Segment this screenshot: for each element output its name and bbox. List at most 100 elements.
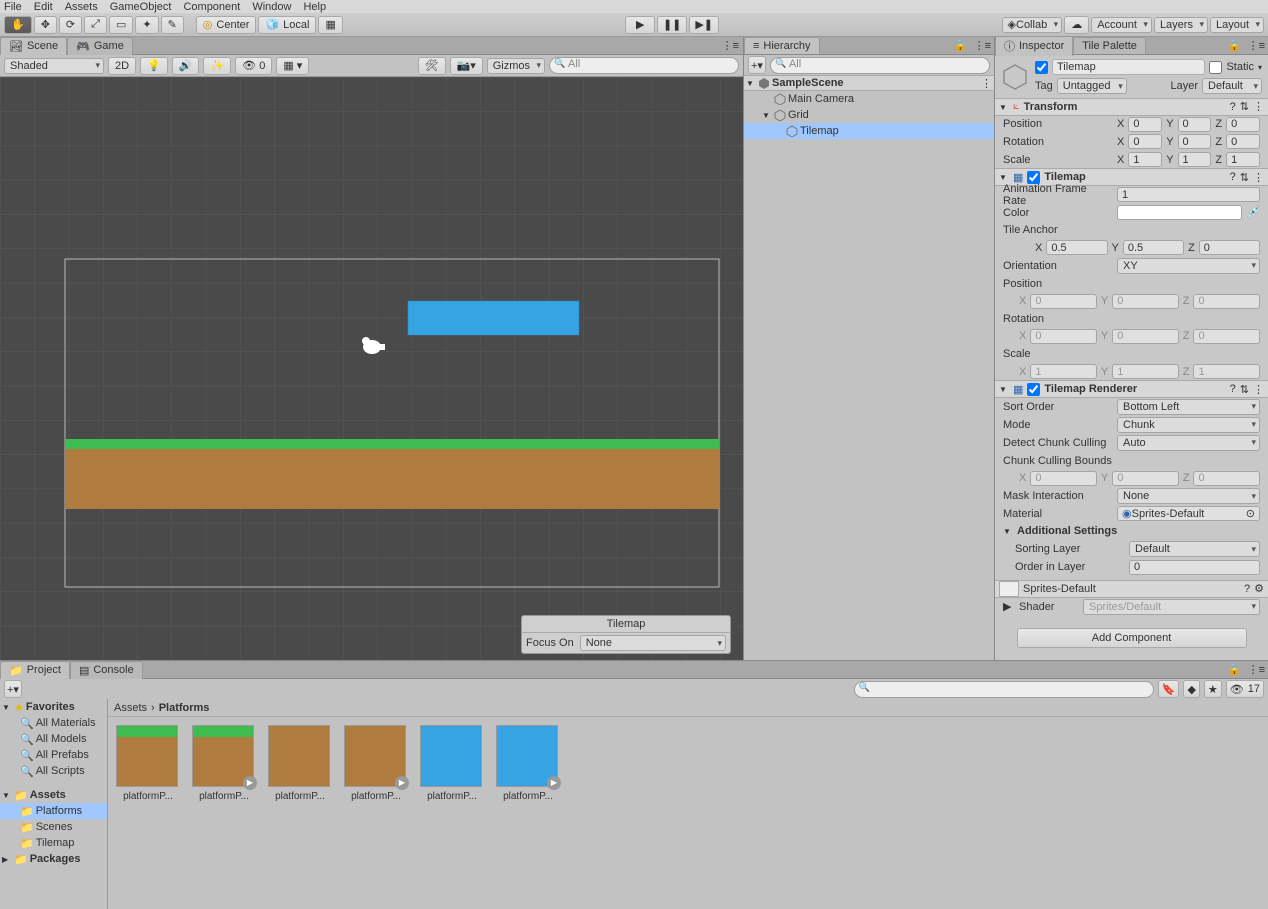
asset-item[interactable]: platformP...: [420, 725, 484, 802]
asset-item[interactable]: ▶platformP...: [496, 725, 560, 802]
rect-tool[interactable]: ▭: [109, 16, 133, 34]
preset-icon[interactable]: ⇅: [1240, 171, 1249, 184]
panel-lock-icon[interactable]: 🔒: [1225, 663, 1245, 676]
hand-tool[interactable]: ✋: [4, 16, 32, 34]
mask-dropdown[interactable]: None: [1117, 488, 1260, 504]
custom-tool[interactable]: ✎: [161, 16, 184, 34]
packages-header[interactable]: 📁Packages: [0, 851, 107, 867]
gizmos-dropdown[interactable]: Gizmos: [487, 58, 545, 74]
fav-materials[interactable]: 🔍 All Materials: [0, 715, 107, 731]
menu-help[interactable]: Help: [303, 1, 326, 13]
scale-tool[interactable]: ⤢: [84, 16, 107, 34]
play-button[interactable]: ▶: [625, 16, 655, 34]
move-tool[interactable]: ✥: [34, 16, 57, 34]
tab-game[interactable]: 🎮 Game: [67, 37, 133, 55]
anchor-y[interactable]: 0.5: [1123, 240, 1184, 255]
crumb-assets[interactable]: Assets: [114, 702, 147, 714]
grid-snap[interactable]: ▦: [318, 16, 342, 34]
transform-tool[interactable]: ✦: [135, 16, 158, 34]
orient-dropdown[interactable]: XY: [1117, 258, 1260, 274]
layers-dropdown[interactable]: Layers: [1154, 17, 1208, 33]
folder-scenes[interactable]: 📁 Scenes: [0, 819, 107, 835]
panel-menu-icon[interactable]: ⋮≡: [971, 39, 994, 52]
layer-dropdown[interactable]: Default: [1202, 78, 1262, 94]
detect-dropdown[interactable]: Auto: [1117, 435, 1260, 451]
help-icon[interactable]: ?: [1230, 171, 1236, 183]
panel-lock-icon[interactable]: 🔒: [951, 39, 971, 52]
rot-z[interactable]: 0: [1226, 134, 1260, 149]
grid-toggle[interactable]: ▦ ▾: [276, 57, 309, 75]
scene-search[interactable]: All: [549, 57, 739, 74]
pos-x[interactable]: 0: [1128, 117, 1162, 132]
asset-item[interactable]: ▶platformP...: [344, 725, 408, 802]
asset-item[interactable]: ▶platformP...: [192, 725, 256, 802]
rotate-tool[interactable]: ⟳: [59, 16, 82, 34]
orderlayer-field[interactable]: 0: [1129, 560, 1260, 575]
static-checkbox[interactable]: [1209, 61, 1222, 74]
eyedropper-icon[interactable]: 💉: [1246, 206, 1260, 219]
account-dropdown[interactable]: Account: [1091, 17, 1152, 33]
favorite-icon[interactable]: ★: [1204, 680, 1222, 698]
fav-scripts[interactable]: 🔍 All Scripts: [0, 763, 107, 779]
preset-icon[interactable]: ⇅: [1240, 100, 1249, 113]
panel-lock-icon[interactable]: 🔒: [1225, 39, 1245, 52]
renderer-enabled[interactable]: [1027, 383, 1040, 396]
pos-z[interactable]: 0: [1226, 117, 1260, 132]
active-checkbox[interactable]: [1035, 61, 1048, 74]
light-toggle[interactable]: 💡: [140, 57, 168, 75]
project-search[interactable]: [854, 681, 1154, 698]
scl-y[interactable]: 1: [1178, 152, 1212, 167]
step-button[interactable]: ▶❚: [689, 16, 719, 34]
create-dropdown[interactable]: +▾: [748, 56, 766, 74]
menu-edit[interactable]: Edit: [34, 1, 53, 13]
color-field[interactable]: [1117, 205, 1242, 220]
object-name-field[interactable]: [1052, 59, 1205, 75]
help-icon[interactable]: ?: [1230, 101, 1236, 113]
cloud-button[interactable]: ☁: [1064, 16, 1089, 34]
pos-y[interactable]: 0: [1178, 117, 1212, 132]
menu-icon[interactable]: ⋮: [1253, 383, 1264, 396]
tools-icon[interactable]: 🛠: [418, 57, 446, 75]
anim-field[interactable]: 1: [1117, 187, 1260, 202]
collab-dropdown[interactable]: ◈ Collab: [1002, 17, 1063, 33]
help-icon[interactable]: ?: [1230, 383, 1236, 395]
sortlayer-dropdown[interactable]: Default: [1129, 541, 1260, 557]
favorites-header[interactable]: ★Favorites: [0, 699, 107, 715]
tab-project[interactable]: 📁 Project: [0, 661, 70, 679]
anchor-x[interactable]: 0.5: [1046, 240, 1107, 255]
tab-console[interactable]: ▤ Console: [70, 661, 143, 679]
rot-y[interactable]: 0: [1178, 134, 1212, 149]
sort-dropdown[interactable]: Bottom Left: [1117, 399, 1260, 415]
panel-menu-icon[interactable]: ⋮≡: [1245, 663, 1268, 676]
additional-label[interactable]: Additional Settings: [1017, 525, 1117, 537]
scene-menu-icon[interactable]: ⋮: [981, 77, 992, 90]
tab-scene[interactable]: 🏞 Scene: [0, 37, 67, 55]
tag-dropdown[interactable]: Untagged: [1057, 78, 1127, 94]
2d-toggle[interactable]: 2D: [108, 57, 136, 75]
anchor-z[interactable]: 0: [1199, 240, 1260, 255]
mode-dropdown[interactable]: Chunk: [1117, 417, 1260, 433]
menu-gameobject[interactable]: GameObject: [110, 1, 172, 13]
panel-menu-icon[interactable]: ⋮≡: [718, 39, 743, 52]
focus-on-dropdown[interactable]: None: [580, 635, 726, 651]
hierarchy-item-grid[interactable]: Grid: [744, 107, 994, 123]
camera-icon[interactable]: 📷▾: [450, 57, 483, 75]
tab-tile-palette[interactable]: Tile Palette: [1073, 37, 1146, 54]
filter-label-icon[interactable]: ◆: [1183, 680, 1199, 698]
hierarchy-item-camera[interactable]: Main Camera: [744, 91, 994, 107]
folder-platforms[interactable]: 📁 Platforms: [0, 803, 107, 819]
transform-header[interactable]: ⟀ Transform ? ⇅ ⋮: [995, 98, 1268, 116]
pause-button[interactable]: ❚❚: [657, 16, 687, 34]
mat-field[interactable]: ◉ Sprites-Default⊙: [1117, 506, 1260, 521]
pivot-local[interactable]: 🧊Local: [258, 16, 316, 34]
scl-x[interactable]: 1: [1128, 152, 1162, 167]
tilemap-enabled[interactable]: [1027, 171, 1040, 184]
material-header[interactable]: Sprites-Default ?⚙: [995, 580, 1268, 598]
project-create[interactable]: +▾: [4, 680, 22, 698]
pivot-center[interactable]: ◎Center: [196, 16, 257, 34]
help-icon[interactable]: ?: [1244, 583, 1250, 595]
menu-component[interactable]: Component: [183, 1, 240, 13]
hierarchy-search[interactable]: All: [770, 57, 990, 74]
audio-toggle[interactable]: 🔊: [172, 57, 200, 75]
panel-menu-icon[interactable]: ⋮≡: [1245, 39, 1268, 52]
